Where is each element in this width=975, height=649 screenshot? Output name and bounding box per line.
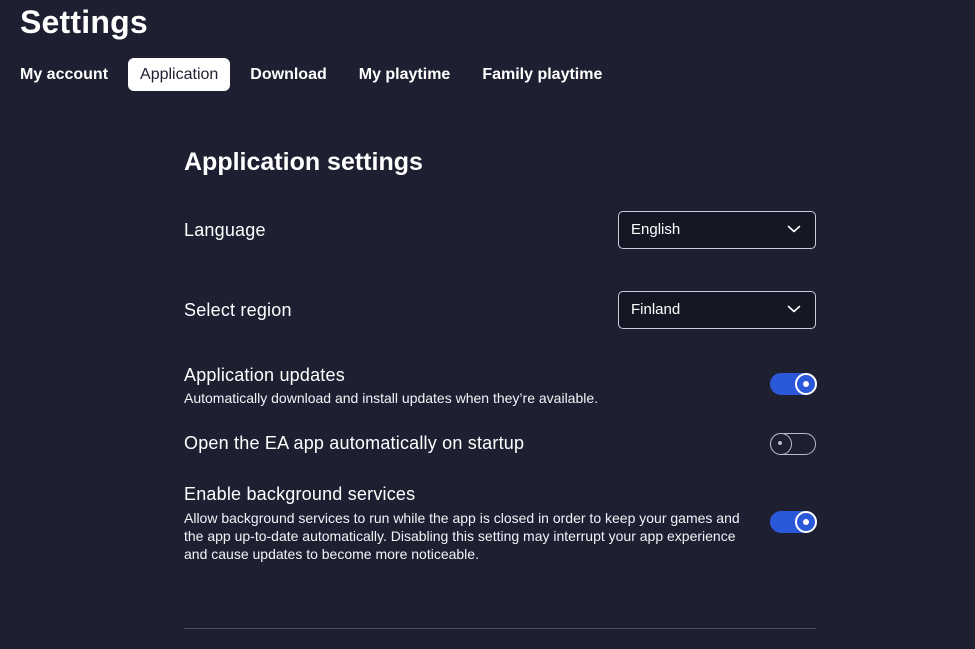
- settings-tabs: My account Application Download My playt…: [8, 58, 622, 91]
- language-label: Language: [184, 220, 266, 240]
- region-value: Finland: [631, 301, 681, 318]
- region-row: Select region Finland: [184, 291, 816, 331]
- chevron-down-icon: [787, 305, 801, 313]
- tab-application[interactable]: Application: [128, 58, 231, 91]
- language-value: English: [631, 221, 681, 238]
- tab-my-account[interactable]: My account: [8, 58, 120, 91]
- page-title: Settings: [20, 4, 148, 40]
- section-divider: [184, 628, 816, 629]
- background-services-toggle[interactable]: [770, 510, 817, 533]
- tab-family-playtime[interactable]: Family playtime: [470, 58, 614, 91]
- background-services-row: Enable background services Allow backgro…: [184, 484, 817, 566]
- tab-download[interactable]: Download: [238, 58, 338, 91]
- startup-toggle[interactable]: [769, 432, 816, 455]
- language-row: Language English: [184, 211, 816, 251]
- app-updates-description: Automatically download and install updat…: [184, 390, 599, 406]
- toggle-knob: [769, 432, 792, 455]
- tab-my-playtime[interactable]: My playtime: [347, 58, 463, 91]
- settings-page: Settings My account Application Download…: [0, 0, 975, 649]
- background-services-description: Allow background services to run while t…: [184, 510, 740, 562]
- app-updates-row: Application updates Automatically downlo…: [184, 365, 817, 410]
- section-title: Application settings: [184, 148, 423, 176]
- region-label: Select region: [184, 300, 292, 320]
- startup-row: Open the EA app automatically on startup: [184, 432, 816, 459]
- background-services-label: Enable background services: [184, 484, 416, 504]
- toggle-knob: [794, 372, 817, 395]
- app-updates-toggle[interactable]: [770, 372, 817, 395]
- app-updates-label: Application updates: [184, 365, 345, 385]
- region-select[interactable]: Finland: [618, 291, 816, 329]
- toggle-knob: [794, 510, 817, 533]
- chevron-down-icon: [787, 225, 801, 233]
- language-select[interactable]: English: [618, 211, 816, 249]
- startup-label: Open the EA app automatically on startup: [184, 433, 525, 453]
- application-settings-section: Application settings Language English Se…: [184, 148, 817, 562]
